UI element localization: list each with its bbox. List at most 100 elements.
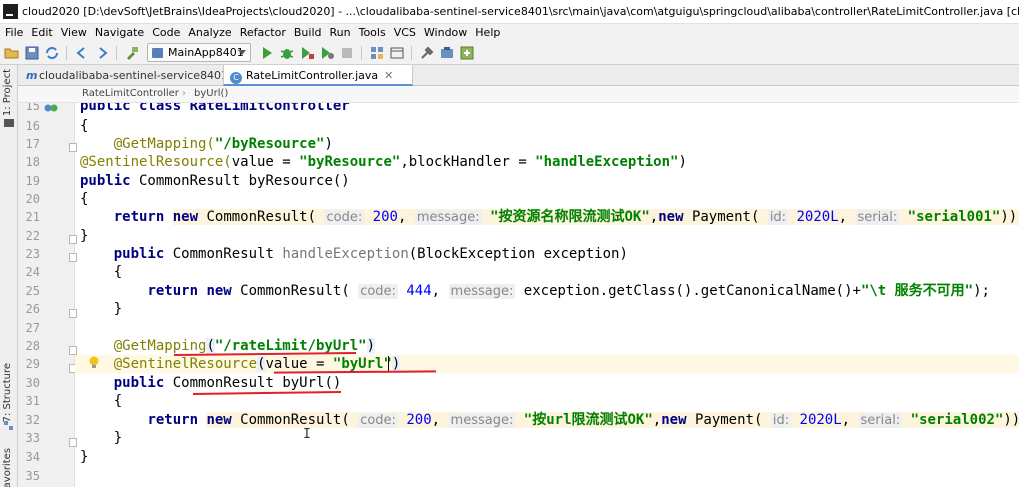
menu-view[interactable]: View bbox=[57, 24, 91, 40]
module-icon[interactable] bbox=[459, 45, 475, 61]
implemented-marker-icon[interactable] bbox=[44, 103, 58, 114]
code-text: CommonResult byResource() bbox=[130, 173, 350, 189]
code-text: } bbox=[113, 430, 123, 446]
line-number: 17 bbox=[25, 137, 40, 151]
code-text: } bbox=[80, 228, 89, 244]
bulb-icon[interactable] bbox=[88, 356, 100, 370]
code-line-26: } bbox=[80, 300, 122, 318]
code-text: value = bbox=[231, 154, 300, 170]
breadcrumb-method[interactable]: byUrl() bbox=[194, 88, 228, 99]
open-folder-icon[interactable] bbox=[4, 45, 20, 61]
fold-marker-icon[interactable] bbox=[69, 235, 77, 244]
parameter-hint: code: bbox=[358, 413, 398, 428]
run-coverage-icon[interactable] bbox=[299, 45, 315, 61]
keyword: new bbox=[172, 209, 199, 225]
parameter-hint: id: bbox=[767, 210, 789, 225]
fold-marker-icon[interactable] bbox=[69, 438, 77, 447]
menu-navigate[interactable]: Navigate bbox=[91, 24, 148, 40]
save-icon[interactable] bbox=[24, 45, 40, 61]
number-literal: 200 bbox=[372, 209, 398, 225]
toolbar-separator bbox=[66, 46, 67, 60]
string-literal: "handleException" bbox=[535, 154, 679, 170]
text-caret bbox=[388, 356, 389, 372]
line-number: 20 bbox=[25, 192, 40, 206]
menu-analyze[interactable]: Analyze bbox=[184, 24, 235, 40]
parameter-hint: code: bbox=[358, 284, 398, 299]
code-editor[interactable]: 15 16 17 18 19 20 21 22 23 24 25 26 27 28 29 30 31 32 33 34… bbox=[18, 103, 1019, 487]
toolbar-separator bbox=[116, 46, 117, 60]
fold-marker-icon[interactable] bbox=[69, 346, 77, 355]
keyword: public bbox=[113, 246, 165, 262]
debug-icon[interactable] bbox=[279, 45, 295, 61]
menu-tools[interactable]: Tools bbox=[355, 24, 390, 40]
code-line-24: { bbox=[80, 263, 122, 281]
sdk-icon[interactable] bbox=[439, 45, 455, 61]
run-icon[interactable] bbox=[259, 45, 275, 61]
menu-run[interactable]: Run bbox=[326, 24, 355, 40]
breadcrumb-class[interactable]: RateLimitController bbox=[82, 88, 179, 99]
toolbar-separator bbox=[411, 46, 412, 60]
code-line-21: return new CommonResult( code: 200, mess… bbox=[80, 208, 1019, 227]
menu-vcs[interactable]: VCS bbox=[390, 24, 420, 40]
keyword: public bbox=[113, 375, 165, 391]
menu-refactor[interactable]: Refactor bbox=[236, 24, 290, 40]
menu-help[interactable]: Help bbox=[471, 24, 504, 40]
menu-window[interactable]: Window bbox=[420, 24, 471, 40]
number-literal: 2020L bbox=[799, 412, 842, 428]
fold-marker-icon[interactable] bbox=[69, 143, 77, 152]
string-literal: "/byResource" bbox=[214, 136, 325, 152]
run-config-select[interactable]: MainApp8401 bbox=[147, 43, 251, 62]
structure-tool-tab[interactable]: 7: Structure bbox=[2, 363, 13, 422]
toolbar: MainApp8401 bbox=[0, 41, 1019, 65]
code-line-25: return new CommonResult( code: 444, mess… bbox=[147, 283, 990, 299]
code-text: { bbox=[80, 118, 89, 134]
fold-marker-icon[interactable] bbox=[69, 253, 77, 262]
code-line-23: public CommonResult handleException(Bloc… bbox=[80, 245, 628, 263]
window-title: cloud2020 [D:\devSoft\JetBrains\IdeaProj… bbox=[22, 5, 1019, 18]
line-number: 28 bbox=[25, 339, 40, 353]
keyword: return bbox=[147, 283, 199, 299]
keyword: new bbox=[206, 412, 232, 428]
code-line-34: } bbox=[80, 448, 88, 466]
line-number: 24 bbox=[25, 265, 40, 279]
keyword: new bbox=[661, 412, 687, 428]
profile-icon[interactable] bbox=[319, 45, 335, 61]
project-tool-tab[interactable]: 1: Project bbox=[2, 69, 13, 116]
line-number: 33 bbox=[25, 431, 40, 445]
code-text: ,blockHandler = bbox=[400, 154, 536, 170]
menu-build[interactable]: Build bbox=[290, 24, 326, 40]
settings-icon[interactable] bbox=[419, 45, 435, 61]
code-text: ) bbox=[324, 136, 333, 152]
favorites-tool-tab[interactable]: avorites bbox=[2, 448, 13, 487]
code-text: value = bbox=[265, 356, 333, 372]
close-icon[interactable]: ✕ bbox=[384, 69, 393, 82]
code-text: )); bbox=[1003, 412, 1019, 428]
parameter-hint: serial: bbox=[855, 210, 900, 225]
code-line-22: } bbox=[80, 227, 88, 245]
project-structure-icon[interactable] bbox=[369, 45, 385, 61]
forward-icon[interactable] bbox=[94, 45, 110, 61]
app-icon bbox=[3, 4, 18, 19]
menu-code[interactable]: Code bbox=[148, 24, 184, 40]
sync-icon[interactable] bbox=[44, 45, 60, 61]
build-icon[interactable] bbox=[124, 45, 140, 61]
tab-module[interactable]: m cloudalibaba-sentinel-service8401 bbox=[20, 65, 228, 86]
code-text: public class RateLimitController bbox=[80, 103, 350, 114]
java-class-icon: C bbox=[230, 72, 242, 84]
back-icon[interactable] bbox=[74, 45, 90, 61]
maven-module-icon: m bbox=[26, 69, 38, 82]
menu-edit[interactable]: Edit bbox=[27, 24, 56, 40]
keyword: new bbox=[206, 283, 232, 299]
code-text: ) bbox=[391, 356, 401, 372]
tab-ratelimitcontroller-label: RateLimitController.java bbox=[246, 69, 379, 82]
run-config-label: MainApp8401 bbox=[168, 46, 244, 59]
number-literal: 200 bbox=[406, 412, 432, 428]
tool-window-strip: 1: Project 7: Structure avorites bbox=[0, 65, 18, 487]
string-literal: "按资源名称限流测试OK" bbox=[490, 209, 650, 225]
parameter-hint: id: bbox=[770, 413, 792, 428]
fold-marker-icon[interactable] bbox=[69, 309, 77, 318]
layout-icon[interactable] bbox=[389, 45, 405, 61]
menu-file[interactable]: File bbox=[0, 24, 27, 40]
tab-ratelimitcontroller[interactable]: C RateLimitController.java ✕ bbox=[223, 65, 413, 86]
stop-icon[interactable] bbox=[339, 45, 355, 61]
